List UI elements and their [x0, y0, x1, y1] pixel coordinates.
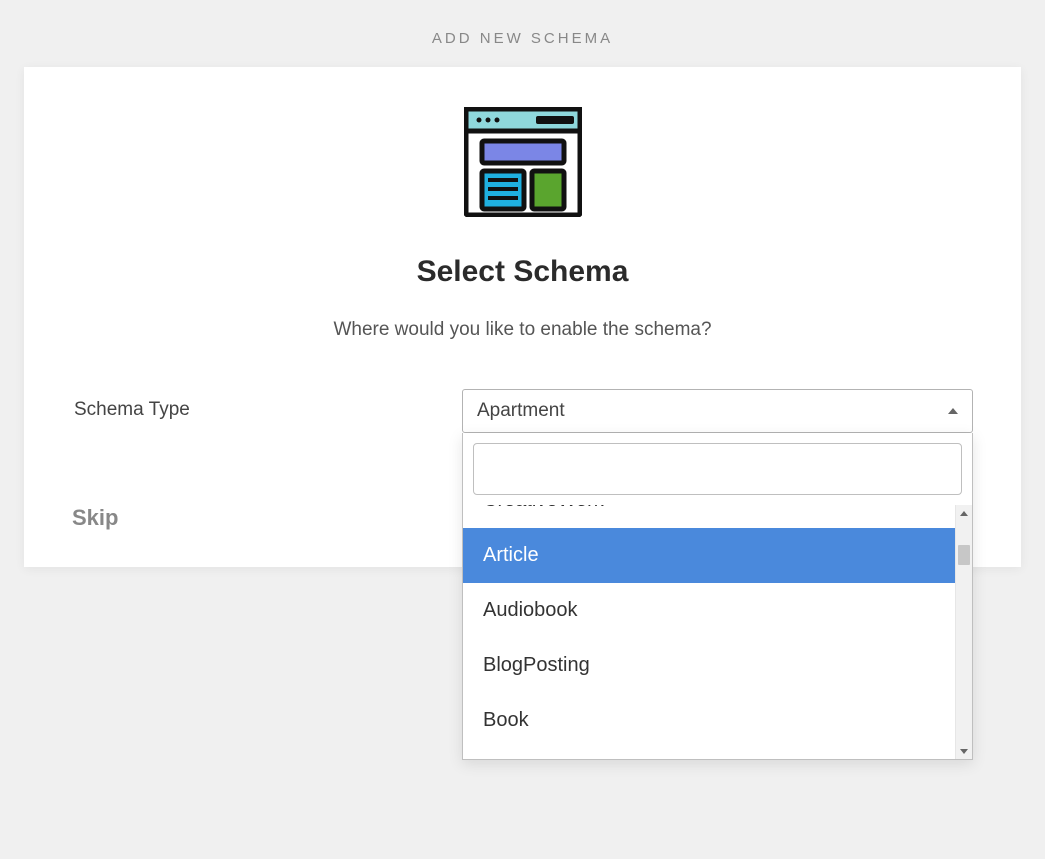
scroll-up-icon[interactable] — [956, 505, 972, 521]
wizard-subtitle: Where would you like to enable the schem… — [72, 319, 973, 341]
skip-button[interactable]: Skip — [72, 505, 118, 531]
dropdown-search-input[interactable] — [473, 443, 962, 495]
scroll-down-icon[interactable] — [956, 743, 972, 759]
dropdown-option[interactable]: CreativeWork — [463, 748, 955, 759]
schema-icon — [72, 107, 973, 217]
wizard-card: Select Schema Where would you like to en… — [24, 67, 1021, 567]
wizard-title: Select Schema — [72, 255, 973, 289]
dropdown-option[interactable]: CreativeWork — [463, 505, 955, 528]
dropdown-option[interactable]: Article — [463, 528, 955, 583]
schema-type-select[interactable]: Apartment — [462, 389, 973, 433]
dropdown-option[interactable]: Audiobook — [463, 583, 955, 638]
dropdown-scrollbar[interactable] — [955, 505, 972, 759]
scrollbar-thumb[interactable] — [958, 545, 970, 565]
page-overline: ADD NEW SCHEMA — [24, 0, 1021, 67]
chevron-up-icon — [948, 408, 958, 414]
schema-type-dropdown: CreativeWork Article Audiobook BlogPosti… — [462, 433, 973, 760]
schema-type-label: Schema Type — [72, 389, 462, 421]
dropdown-option[interactable]: BlogPosting — [463, 638, 955, 693]
dropdown-option[interactable]: Book — [463, 693, 955, 748]
schema-type-selected-value: Apartment — [477, 400, 565, 422]
